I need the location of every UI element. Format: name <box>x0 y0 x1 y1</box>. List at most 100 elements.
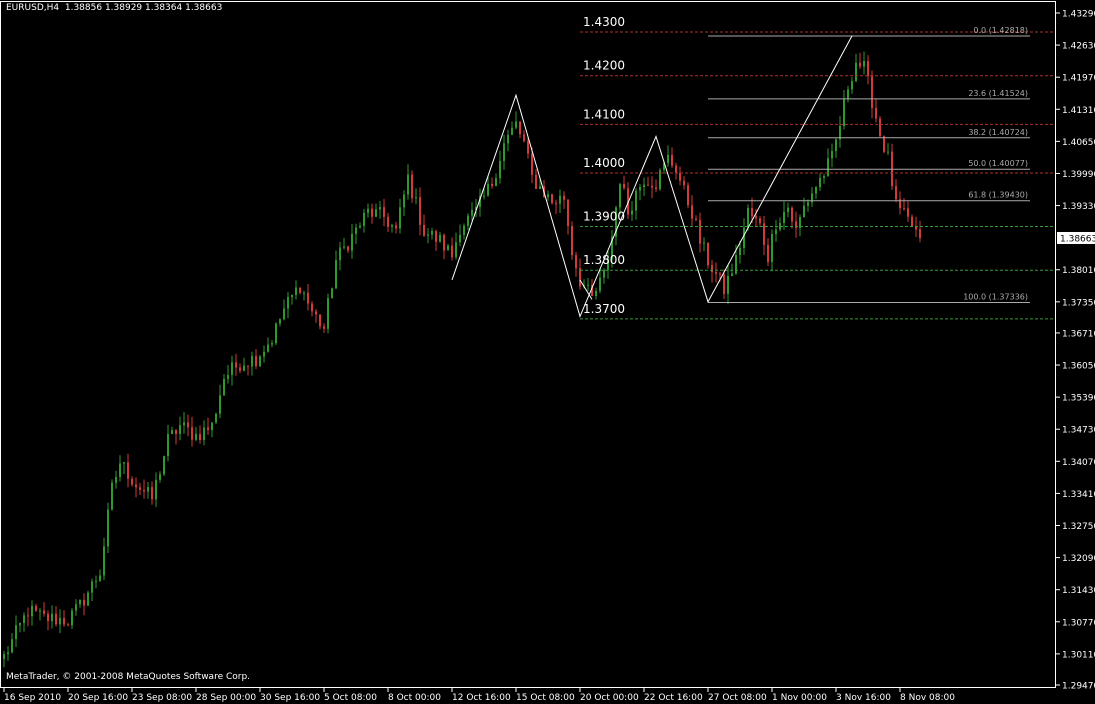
candle-body <box>547 194 549 198</box>
candle-body <box>559 195 561 204</box>
candle-body <box>115 477 117 483</box>
candle-body <box>619 184 621 208</box>
candle-body <box>383 207 385 217</box>
candle-body <box>359 225 361 228</box>
candle-body <box>907 208 909 217</box>
y-tick-label: 1.30110 <box>1062 650 1095 660</box>
candle-body <box>35 605 37 611</box>
price-chart[interactable]: 1.43290 1.42630 1.41970 1.41310 1.40650 1.399… <box>0 0 1095 704</box>
candle-body <box>411 174 413 199</box>
zigzag-pattern-line <box>451 35 853 318</box>
x-tick-label: 5 Oct 08:00 <box>324 693 377 703</box>
candle-body <box>495 178 497 186</box>
candle-body <box>515 121 517 128</box>
candle-body <box>227 374 229 379</box>
candle-body <box>631 210 633 215</box>
candle-body <box>187 422 189 428</box>
candle-body <box>71 610 73 626</box>
candle-body <box>319 314 321 327</box>
candle-body <box>651 185 653 188</box>
candle-body <box>635 190 637 211</box>
candle-body <box>847 89 849 99</box>
candle-body <box>455 242 457 258</box>
candle-body <box>903 208 905 210</box>
y-tick-label: 1.34070 <box>1062 458 1095 468</box>
candle-body <box>399 207 401 229</box>
candle-body <box>119 463 121 478</box>
y-tick-label: 1.38010 <box>1062 266 1095 276</box>
candle-body <box>791 207 793 222</box>
candle-body <box>403 194 405 208</box>
candle-body <box>107 509 109 547</box>
pattern-level-label: 1.4200 <box>583 59 625 73</box>
candle-body <box>31 605 33 617</box>
candle-body <box>55 613 57 625</box>
candle-body <box>263 351 265 357</box>
current-price-label: 1.38663 <box>1060 234 1095 244</box>
candle-body <box>695 218 697 220</box>
candle-body <box>683 180 685 186</box>
candle-body <box>307 292 309 304</box>
x-tick-label: 20 Sep 16:00 <box>68 693 128 703</box>
y-tick-label: 1.29470 <box>1062 682 1095 692</box>
candle-body <box>867 60 869 77</box>
candle-body <box>11 639 13 653</box>
candle-body <box>311 303 313 312</box>
chart-header: EURUSD,H4 1.38856 1.38929 1.38364 1.3866… <box>6 3 222 13</box>
y-tick-label: 1.41310 <box>1062 106 1095 116</box>
candle-body <box>91 581 93 593</box>
candle-body <box>835 139 837 152</box>
candle-body <box>643 184 645 188</box>
candle-body <box>875 108 877 119</box>
fib-level-label: 50.0 (1.40077) <box>968 159 1028 168</box>
candle-body <box>355 227 357 234</box>
y-tick-label: 1.32090 <box>1062 554 1095 564</box>
candle-body <box>759 218 761 224</box>
pattern-level-label: 1.4300 <box>583 15 625 29</box>
candle-body <box>335 260 337 289</box>
candle-body <box>191 427 193 440</box>
candle-body <box>895 186 897 200</box>
candle-body <box>447 245 449 251</box>
candle-body <box>427 234 429 236</box>
candle-body <box>215 413 217 423</box>
candle-body <box>519 121 521 135</box>
symbol-label: EURUSD,H4 <box>6 3 60 13</box>
candle-body <box>675 165 677 173</box>
candle-body <box>47 613 49 622</box>
candle-body <box>587 284 589 286</box>
fib-level-label: 38.2 (1.40724) <box>968 128 1028 137</box>
candle-body <box>287 297 289 309</box>
candle-body <box>203 427 205 441</box>
candle-body <box>579 268 581 287</box>
candle-body <box>879 118 881 137</box>
candle-body <box>279 319 281 324</box>
candle-body <box>123 462 125 464</box>
candle-body <box>367 208 369 213</box>
copyright-text: MetaTrader, © 2001-2008 MetaQuotes Softw… <box>6 672 251 682</box>
candle-body <box>459 234 461 243</box>
candle-body <box>283 308 285 320</box>
candle-body <box>507 134 509 144</box>
candle-body <box>699 219 701 244</box>
candle-body <box>843 98 845 127</box>
ohlc-values: 1.38856 1.38929 1.38364 1.38663 <box>64 3 223 13</box>
candle-body <box>127 462 129 479</box>
candle-body <box>551 194 553 204</box>
candle-body <box>323 326 325 329</box>
candle-body <box>271 343 273 345</box>
candle-body <box>555 203 557 205</box>
candle-body <box>251 356 253 367</box>
plot-frame <box>0 1 1056 688</box>
candle-body <box>267 344 269 352</box>
candle-body <box>295 287 297 296</box>
candle-body <box>727 276 729 294</box>
candle-body <box>159 474 161 480</box>
candle-body <box>371 208 373 217</box>
candle-body <box>331 288 333 299</box>
candle-body <box>715 272 717 274</box>
fib-level-label: 0.0 (1.42818) <box>973 26 1028 35</box>
candle-body <box>647 184 649 186</box>
candle-body <box>315 311 317 315</box>
candle-body <box>407 174 409 195</box>
